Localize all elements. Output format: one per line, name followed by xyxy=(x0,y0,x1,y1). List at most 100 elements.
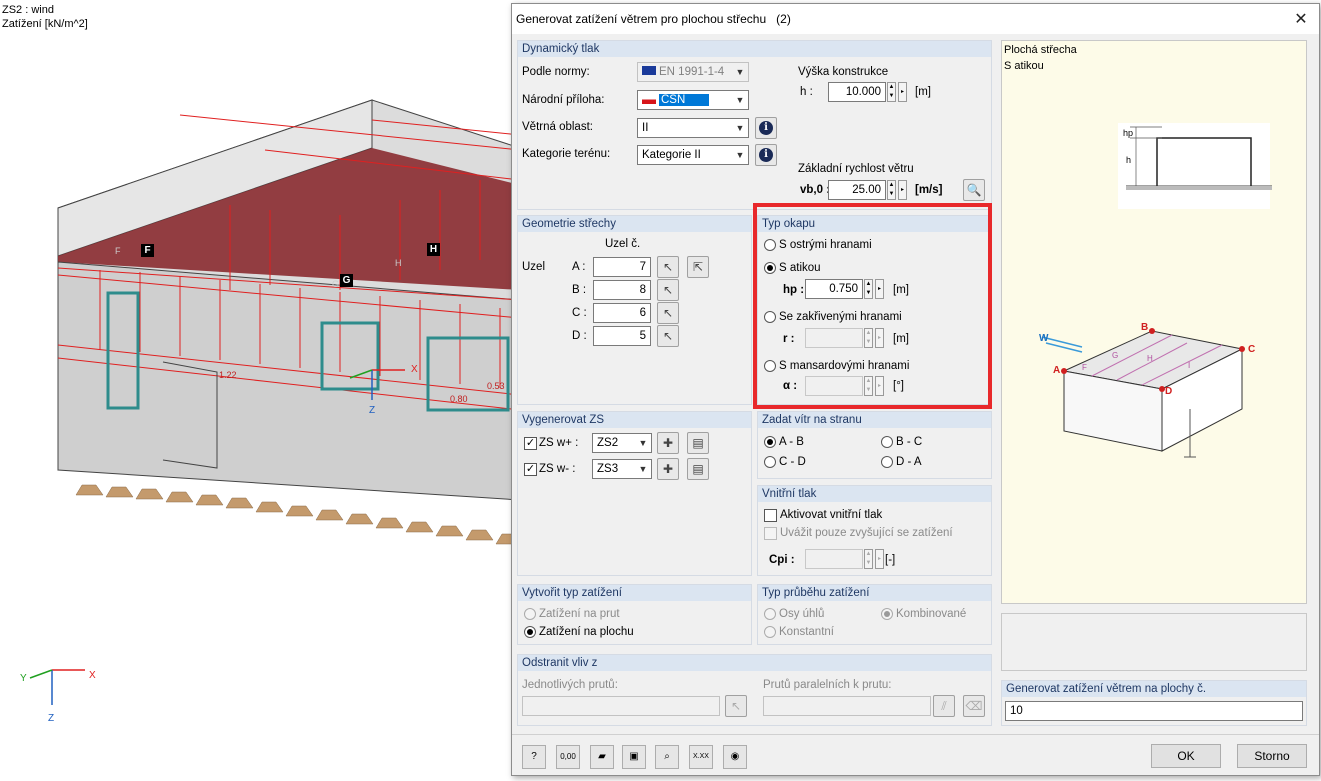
edit-load-case-icon: ▤ xyxy=(692,436,704,450)
axes-angle-radio[interactable] xyxy=(764,608,776,620)
h-spinner[interactable]: ▲ ▼ xyxy=(887,82,896,102)
pick-node-b-button[interactable]: ↖ xyxy=(657,279,679,301)
vb-spinner[interactable]: ▲ ▼ xyxy=(887,180,896,200)
preview-node-d: D xyxy=(1165,386,1173,397)
help-button[interactable]: ? xyxy=(522,745,546,769)
node-d-input[interactable]: 5 xyxy=(593,326,651,346)
alpha-input[interactable] xyxy=(805,376,863,396)
cursor-pick-icon: ↖ xyxy=(662,329,674,343)
new-lc-minus-button[interactable]: ✚ xyxy=(657,458,679,480)
preview-zone-h: H xyxy=(1147,354,1153,363)
model-viewport[interactable]: ZS2 : wind Zatížení [kN/m^2] F H G F H G… xyxy=(0,0,520,781)
eave-curved-radio[interactable] xyxy=(764,311,776,323)
eave-parapet-radio[interactable] xyxy=(764,262,776,274)
parallel-members-input[interactable] xyxy=(763,696,931,716)
surface-load-radio[interactable] xyxy=(524,626,536,638)
terrain-label: Kategorie terénu: xyxy=(522,148,611,160)
constant-radio[interactable] xyxy=(764,626,776,638)
eye-icon: ◉ xyxy=(730,751,740,762)
eave-mansard-radio[interactable] xyxy=(764,360,776,372)
terrain-value: Kategorie II xyxy=(642,149,701,161)
hp-spinner[interactable]: ▲ ▼ xyxy=(864,279,873,299)
pick-node-c-button[interactable]: ↖ xyxy=(657,302,679,324)
alpha-unit: [°] xyxy=(893,380,904,392)
node-c-label: C : xyxy=(572,307,587,319)
save-button[interactable]: ▣ xyxy=(622,745,646,769)
single-members-input[interactable] xyxy=(522,696,720,716)
cpi-input[interactable] xyxy=(805,549,863,569)
edit-lc-minus-button[interactable]: ▤ xyxy=(687,458,709,480)
w-minus-checkbox[interactable]: ✓ xyxy=(524,463,537,476)
activate-internal-checkbox[interactable] xyxy=(764,509,777,522)
hp-arrow[interactable]: ▸ xyxy=(875,279,884,299)
model-3d-view xyxy=(29,99,520,705)
chevron-down-icon: ▼ xyxy=(735,67,745,77)
cpi-arrow[interactable]: ▸ xyxy=(875,549,884,569)
cpi-label: Cpi : xyxy=(769,554,795,566)
info-button-zone[interactable]: i xyxy=(755,117,777,139)
side-cd-radio[interactable] xyxy=(764,456,776,468)
search-button[interactable]: ⌕ xyxy=(655,745,679,769)
info-button-terrain[interactable]: i xyxy=(755,144,777,166)
multi-pick-icon: ⇱ xyxy=(692,260,704,274)
surfaces-input[interactable]: 10 xyxy=(1005,701,1303,721)
annex-select[interactable]: ČSN ▼ xyxy=(637,90,749,110)
corner-axis-y: Y xyxy=(20,673,27,684)
r-arrow[interactable]: ▸ xyxy=(875,328,884,348)
group-create-load-type-header: Vytvořit typ zatížení xyxy=(518,585,751,601)
w-minus-select[interactable]: ZS3 ▼ xyxy=(592,459,652,479)
only-increasing-checkbox[interactable] xyxy=(764,527,777,540)
units-button[interactable]: 0,00 xyxy=(556,745,580,769)
annex-value: ČSN xyxy=(659,94,710,106)
wind-map-button[interactable]: 🔍 xyxy=(963,179,985,201)
side-da-radio[interactable] xyxy=(881,456,893,468)
help-icon: ? xyxy=(531,751,537,762)
r-input[interactable] xyxy=(805,328,863,348)
node-no-label: Uzel č. xyxy=(605,238,641,250)
pick-parallel-members-button[interactable]: ⫽ xyxy=(933,695,955,717)
node-b-input[interactable]: 8 xyxy=(593,280,651,300)
new-load-case-icon: ✚ xyxy=(662,436,674,450)
combined-radio[interactable] xyxy=(881,608,893,620)
ok-button[interactable]: OK xyxy=(1151,744,1221,768)
eave-sharp-radio[interactable] xyxy=(764,239,776,251)
group-internal-pressure-header: Vnitřní tlak xyxy=(758,486,991,502)
hp-input[interactable]: 0.750 xyxy=(805,279,863,299)
norm-select[interactable]: EN 1991-1-4 ▼ xyxy=(637,62,749,82)
side-ab-radio[interactable] xyxy=(764,436,776,448)
pick-node-a-button[interactable]: ↖ xyxy=(657,256,679,278)
h-arrow[interactable]: ▸ xyxy=(898,82,907,102)
w-plus-checkbox[interactable]: ✓ xyxy=(524,437,537,450)
pick-all-nodes-button[interactable]: ⇱ xyxy=(687,256,709,278)
member-load-radio[interactable] xyxy=(524,608,536,620)
terrain-select[interactable]: Kategorie II ▼ xyxy=(637,145,749,165)
edit-lc-plus-button[interactable]: ▤ xyxy=(687,432,709,454)
open-button[interactable]: ▰ xyxy=(590,745,614,769)
activate-internal-label: Aktivovat vnitřní tlak xyxy=(780,509,883,521)
side-bc-radio[interactable] xyxy=(881,436,893,448)
vb-arrow[interactable]: ▸ xyxy=(898,180,907,200)
pick-single-members-button[interactable]: ↖ xyxy=(725,695,747,717)
wind-zone-select[interactable]: II ▼ xyxy=(637,118,749,138)
hp-unit: [m] xyxy=(893,284,909,296)
h-input[interactable]: 10.000 xyxy=(828,82,886,102)
values-button[interactable]: X.XX xyxy=(689,745,713,769)
view-button[interactable]: ◉ xyxy=(723,745,747,769)
cpi-spinner[interactable]: ▲ ▼ xyxy=(864,549,873,569)
w-minus-label: ZS w- : xyxy=(539,463,576,475)
xxx-values-icon: X.XX xyxy=(693,753,709,760)
new-lc-plus-button[interactable]: ✚ xyxy=(657,432,679,454)
close-icon[interactable]: ✕ xyxy=(1291,9,1311,29)
r-label: r : xyxy=(783,333,795,345)
pick-node-d-button[interactable]: ↖ xyxy=(657,325,679,347)
cancel-button[interactable]: Storno xyxy=(1237,744,1307,768)
node-a-input[interactable]: 7 xyxy=(593,257,651,277)
node-c-input[interactable]: 6 xyxy=(593,303,651,323)
alpha-arrow[interactable]: ▸ xyxy=(875,376,884,396)
decimal-units-icon: 0,00 xyxy=(560,752,576,761)
w-plus-select[interactable]: ZS2 ▼ xyxy=(592,433,652,453)
vb-input[interactable]: 25.00 xyxy=(828,180,886,200)
r-spinner[interactable]: ▲ ▼ xyxy=(864,328,873,348)
alpha-spinner[interactable]: ▲ ▼ xyxy=(864,376,873,396)
clear-parallel-button[interactable]: ⌫ xyxy=(963,695,985,717)
